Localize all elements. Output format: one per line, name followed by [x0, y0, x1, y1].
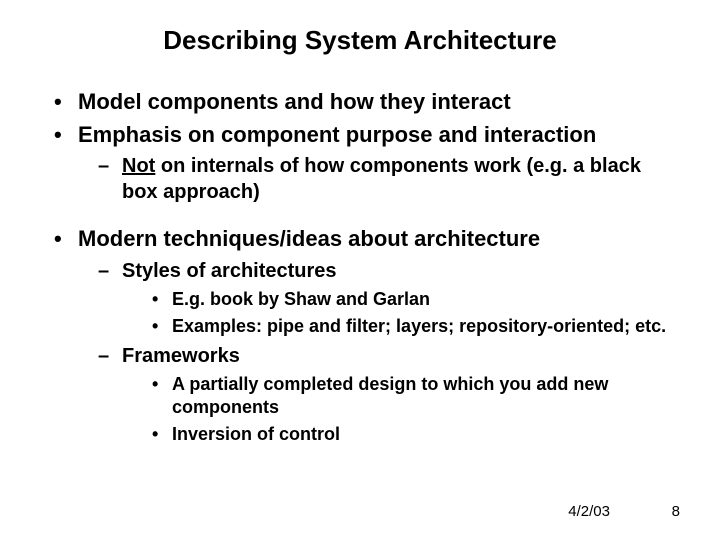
- bullet-3-1-1: E.g. book by Shaw and Garlan: [122, 288, 670, 311]
- bullet-2-sublist: Not on internals of how components work …: [78, 153, 670, 205]
- bullet-3-text: Modern techniques/ideas about architectu…: [78, 226, 540, 251]
- bullet-2-text: Emphasis on component purpose and intera…: [78, 122, 596, 147]
- slide-title: Describing System Architecture: [50, 25, 670, 56]
- bullet-3-2-1-text: A partially completed design to which yo…: [172, 374, 608, 417]
- bullet-3-2-text: Frameworks: [122, 345, 240, 367]
- footer-page: 8: [672, 503, 680, 520]
- bullet-1: Model components and how they interact: [50, 88, 670, 117]
- bullet-3-2-sublist: A partially completed design to which yo…: [122, 373, 670, 447]
- bullet-1-text: Model components and how they interact: [78, 89, 511, 114]
- spacer: [50, 213, 670, 225]
- bullet-3-2-1: A partially completed design to which yo…: [122, 373, 670, 420]
- bullet-3-2-2-text: Inversion of control: [172, 424, 340, 444]
- footer-date: 4/2/03: [568, 503, 610, 520]
- bullet-2-1: Not on internals of how components work …: [78, 153, 670, 205]
- bullet-3-1-2: Examples: pipe and filter; layers; repos…: [122, 315, 670, 338]
- bullet-3-1: Styles of architectures E.g. book by Sha…: [78, 258, 670, 339]
- bullet-3-1-text: Styles of architectures: [122, 260, 337, 282]
- slide: Describing System Architecture Model com…: [0, 0, 720, 540]
- bullet-3-2-2: Inversion of control: [122, 423, 670, 446]
- bullet-list-2: Modern techniques/ideas about architectu…: [50, 225, 670, 447]
- bullet-3-1-2-text: Examples: pipe and filter; layers; repos…: [172, 316, 666, 336]
- bullet-3-2: Frameworks A partially completed design …: [78, 343, 670, 447]
- bullet-3-sublist: Styles of architectures E.g. book by Sha…: [78, 258, 670, 447]
- bullet-list: Model components and how they interact E…: [50, 88, 670, 205]
- bullet-3-1-sublist: E.g. book by Shaw and Garlan Examples: p…: [122, 288, 670, 339]
- bullet-2-1-rest: on internals of how components work (e.g…: [122, 155, 641, 203]
- bullet-3: Modern techniques/ideas about architectu…: [50, 225, 670, 447]
- bullet-3-1-1-text: E.g. book by Shaw and Garlan: [172, 289, 430, 309]
- bullet-2: Emphasis on component purpose and intera…: [50, 121, 670, 206]
- bullet-2-1-not: Not: [122, 155, 155, 177]
